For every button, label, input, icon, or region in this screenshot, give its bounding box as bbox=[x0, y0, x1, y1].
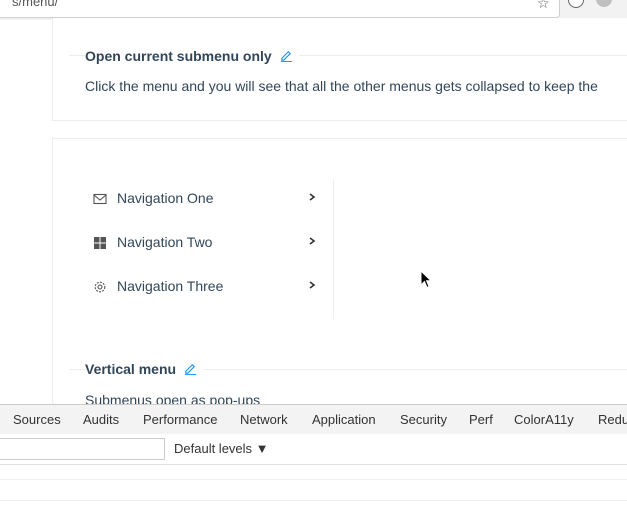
console-toolbar: Default levels ▼ bbox=[0, 434, 627, 465]
section-title: Vertical menu bbox=[85, 361, 203, 377]
demo-card-vertical-menu: Navigation One Navigation Two Navigation… bbox=[52, 138, 627, 420]
menu-item-label: Navigation Two bbox=[117, 234, 213, 250]
menu-item-navigation-three[interactable]: Navigation Three bbox=[89, 267, 333, 307]
extension-icon[interactable] bbox=[568, 0, 584, 8]
address-bar-text: s/menu/ bbox=[12, 0, 59, 9]
section-title: Open current submenu only bbox=[85, 48, 299, 64]
mouse-cursor-icon bbox=[420, 270, 432, 289]
console-row bbox=[0, 479, 627, 480]
menu-item-navigation-two[interactable]: Navigation Two bbox=[89, 223, 333, 263]
tab-sources[interactable]: Sources bbox=[13, 412, 61, 427]
edit-icon[interactable] bbox=[280, 49, 293, 62]
page-content: Open current submenu only Click the menu… bbox=[0, 18, 627, 420]
menu-item-label: Navigation One bbox=[117, 190, 214, 206]
devtools-panel: Sources Audits Performance Network Appli… bbox=[0, 404, 627, 514]
menu-item-navigation-one[interactable]: Navigation One bbox=[89, 179, 333, 219]
tab-redux[interactable]: Redu bbox=[598, 412, 627, 427]
chevron-right-icon bbox=[309, 193, 316, 201]
tab-audits[interactable]: Audits bbox=[83, 412, 119, 427]
tab-colora11y[interactable]: ColorA11y bbox=[514, 412, 574, 427]
section-description: Click the menu and you will see that all… bbox=[85, 78, 598, 94]
tab-performance[interactable]: Performance bbox=[143, 412, 217, 427]
edit-icon[interactable] bbox=[184, 362, 197, 375]
devtools-tabbar: Sources Audits Performance Network Appli… bbox=[0, 404, 627, 435]
section-title-text: Vertical menu bbox=[85, 361, 177, 377]
address-bar[interactable] bbox=[0, 0, 560, 18]
section-title-text: Open current submenu only bbox=[85, 48, 272, 64]
console-row bbox=[0, 500, 627, 501]
tab-network[interactable]: Network bbox=[240, 412, 288, 427]
inline-menu: Navigation One Navigation Two Navigation… bbox=[89, 179, 334, 319]
chevron-right-icon bbox=[309, 237, 316, 245]
menu-item-label: Navigation Three bbox=[117, 278, 224, 294]
tab-application[interactable]: Application bbox=[312, 412, 376, 427]
console-filter-input[interactable] bbox=[0, 438, 165, 460]
appstore-icon bbox=[94, 237, 106, 249]
mail-icon bbox=[93, 193, 107, 205]
demo-card-current-submenu: Open current submenu only Click the menu… bbox=[52, 18, 627, 121]
star-icon[interactable]: ☆ bbox=[537, 0, 550, 12]
tab-perf[interactable]: Perf bbox=[469, 412, 493, 427]
tab-security[interactable]: Security bbox=[400, 412, 447, 427]
profile-icon[interactable] bbox=[596, 0, 612, 7]
chevron-right-icon bbox=[309, 281, 316, 289]
setting-icon bbox=[94, 281, 106, 293]
log-levels-dropdown[interactable]: Default levels ▼ bbox=[174, 441, 269, 456]
